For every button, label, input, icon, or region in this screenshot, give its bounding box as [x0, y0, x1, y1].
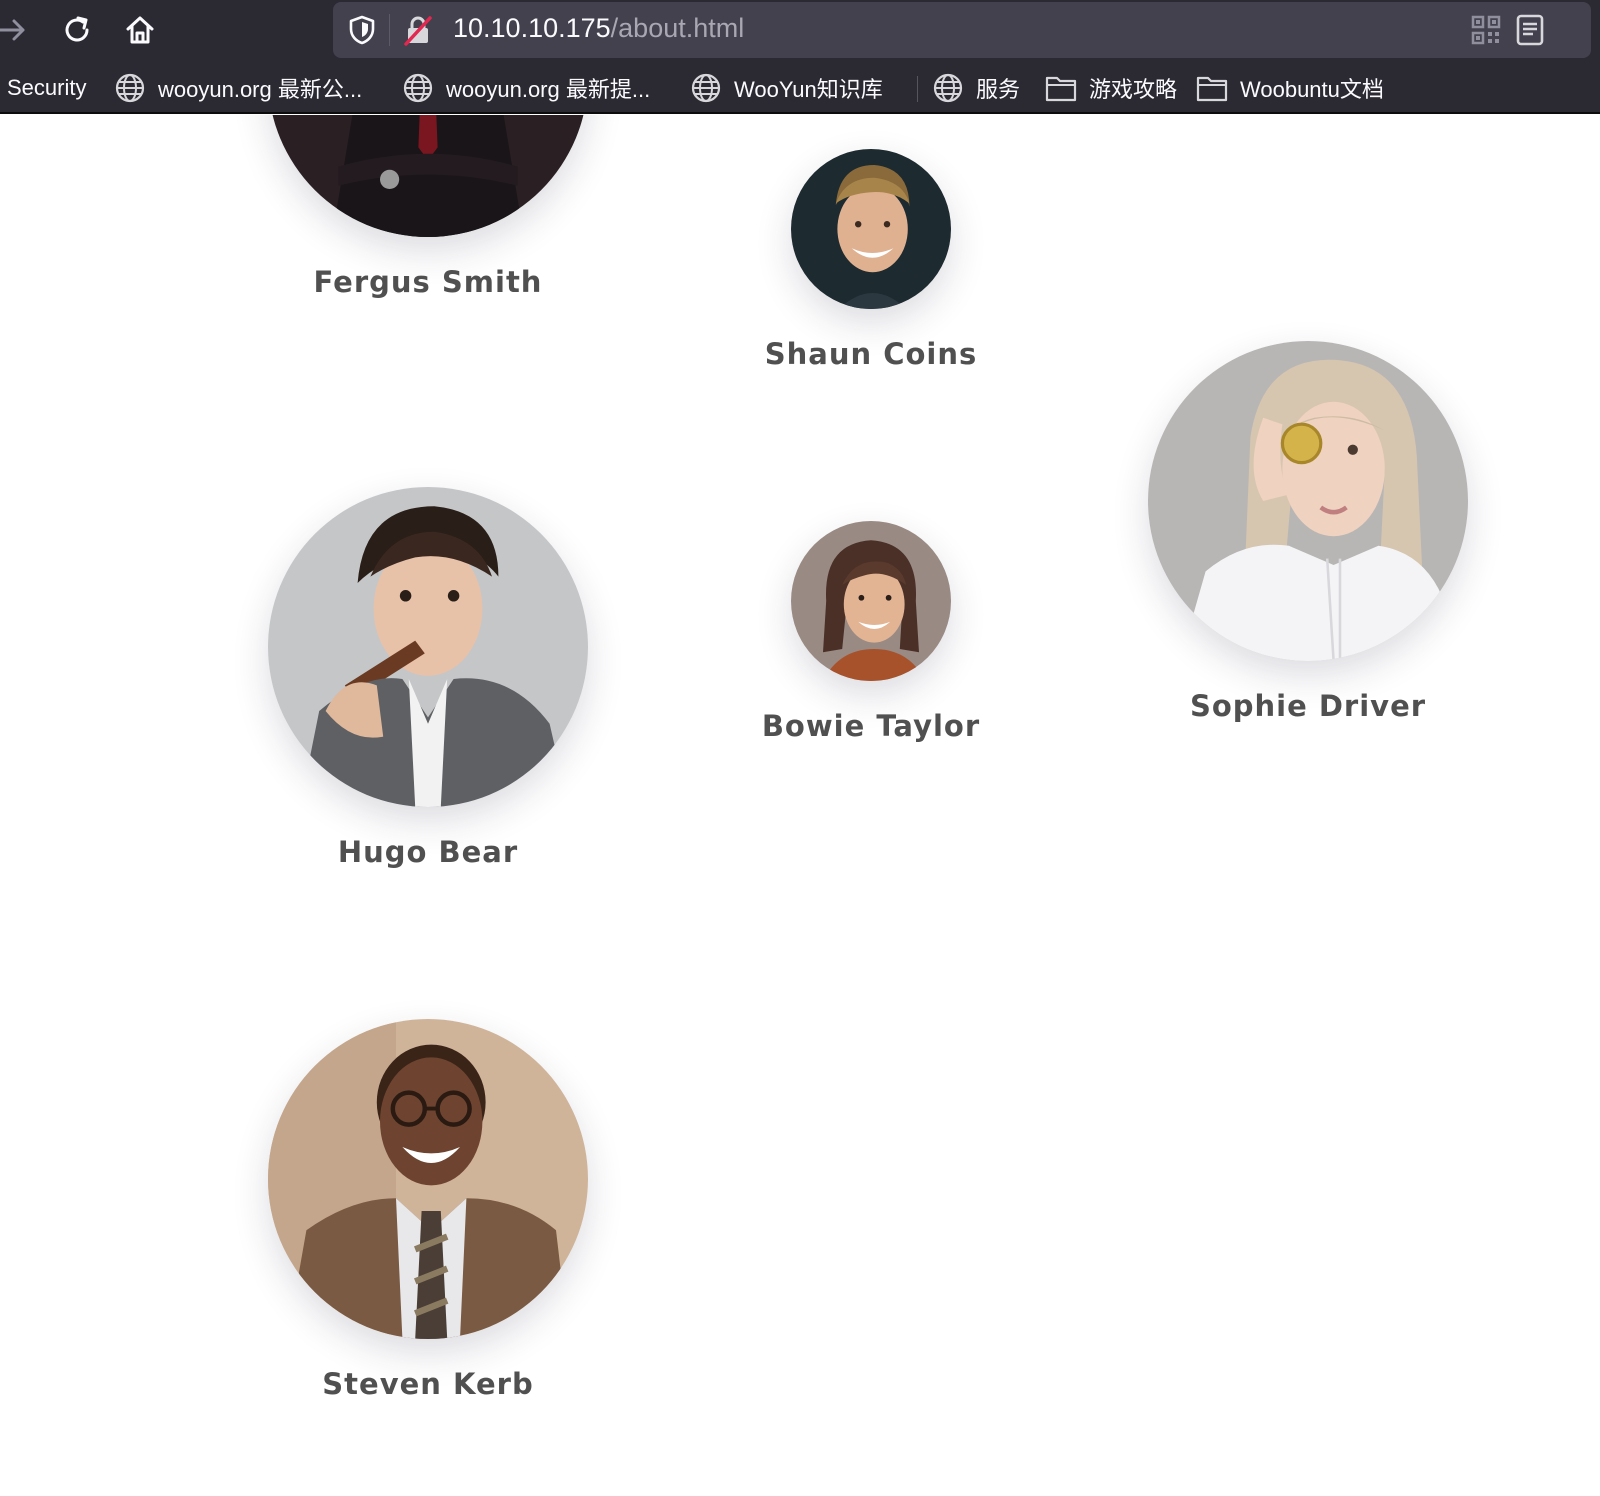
- avatar: [791, 149, 951, 309]
- avatar: [268, 115, 588, 237]
- bookmark-label: wooyun.org 最新提...: [446, 77, 651, 102]
- url-text[interactable]: 10.10.10.175/about.html: [453, 13, 744, 44]
- team-member-card: Hugo Bear: [218, 487, 638, 869]
- member-name: Sophie Driver: [1189, 689, 1427, 723]
- bookmark-wooyun-submit[interactable]: wooyun.org 最新提...: [402, 70, 650, 106]
- globe-icon: [691, 73, 721, 103]
- bookmark-label: Security: [7, 75, 87, 100]
- bookmark-label: 游戏攻略: [1089, 77, 1178, 102]
- shield-icon[interactable]: [347, 14, 377, 46]
- avatar: [1148, 341, 1468, 661]
- arrow-right-icon: [0, 19, 25, 41]
- urlbar-separator: [389, 14, 390, 46]
- member-name: Hugo Bear: [337, 835, 519, 869]
- team-member-card: Sophie Driver: [1098, 341, 1518, 723]
- globe-icon: [115, 73, 145, 103]
- reload-button[interactable]: [55, 8, 99, 52]
- avatar: [268, 487, 588, 807]
- member-name: Steven Kerb: [322, 1367, 534, 1401]
- reload-icon: [65, 16, 89, 42]
- bookmark-separator: [917, 76, 918, 102]
- bookmark-folder-games[interactable]: 游戏攻略: [1045, 70, 1177, 106]
- home-button[interactable]: [118, 8, 162, 52]
- bookmark-label: 服务: [976, 77, 1021, 102]
- bookmark-wooyun-public[interactable]: wooyun.org 最新公...: [114, 70, 362, 106]
- folder-icon: [1196, 76, 1228, 102]
- globe-icon: [933, 73, 963, 103]
- folder-icon: [1045, 76, 1077, 102]
- team-member-card: Bowie Taylor: [661, 521, 1081, 743]
- bookmark-wooyun-knowledge[interactable]: WooYun知识库: [690, 70, 883, 106]
- qr-code-icon[interactable]: [1471, 15, 1501, 45]
- team-member-card: Fergus Smith: [218, 115, 638, 299]
- member-name: Bowie Taylor: [761, 709, 981, 743]
- avatar: [268, 1019, 588, 1339]
- bookmark-label: WooYun知识库: [734, 77, 883, 102]
- reader-view-icon[interactable]: [1515, 14, 1545, 46]
- home-icon: [126, 16, 154, 44]
- url-path: /about.html: [610, 13, 745, 43]
- browser-toolbar: 10.10.10.175/about.html: [0, 0, 1600, 62]
- team-section: Fergus Smith Shaun Coins Sophie Driver H…: [0, 115, 1600, 1496]
- avatar: [791, 521, 951, 681]
- globe-icon: [403, 73, 433, 103]
- member-name: Shaun Coins: [764, 337, 978, 371]
- forward-button[interactable]: [0, 8, 34, 52]
- url-host: 10.10.10.175: [453, 13, 611, 43]
- bookmark-label: wooyun.org 最新公...: [158, 77, 363, 102]
- bookmark-security[interactable]: Security: [7, 70, 86, 106]
- team-member-card: Shaun Coins: [661, 149, 1081, 371]
- url-bar[interactable]: 10.10.10.175/about.html: [333, 2, 1591, 58]
- team-member-card: Steven Kerb: [218, 1019, 638, 1401]
- bookmark-label: Woobuntu文档: [1240, 77, 1384, 102]
- bookmark-services[interactable]: 服务: [932, 70, 1020, 106]
- bookmark-folder-woobuntu[interactable]: Woobuntu文档: [1196, 70, 1384, 106]
- insecure-lock-icon[interactable]: [403, 16, 435, 46]
- bookmarks-bar: Security wooyun.org 最新公... wooyun.org 最新…: [0, 62, 1600, 114]
- member-name: Fergus Smith: [313, 265, 543, 299]
